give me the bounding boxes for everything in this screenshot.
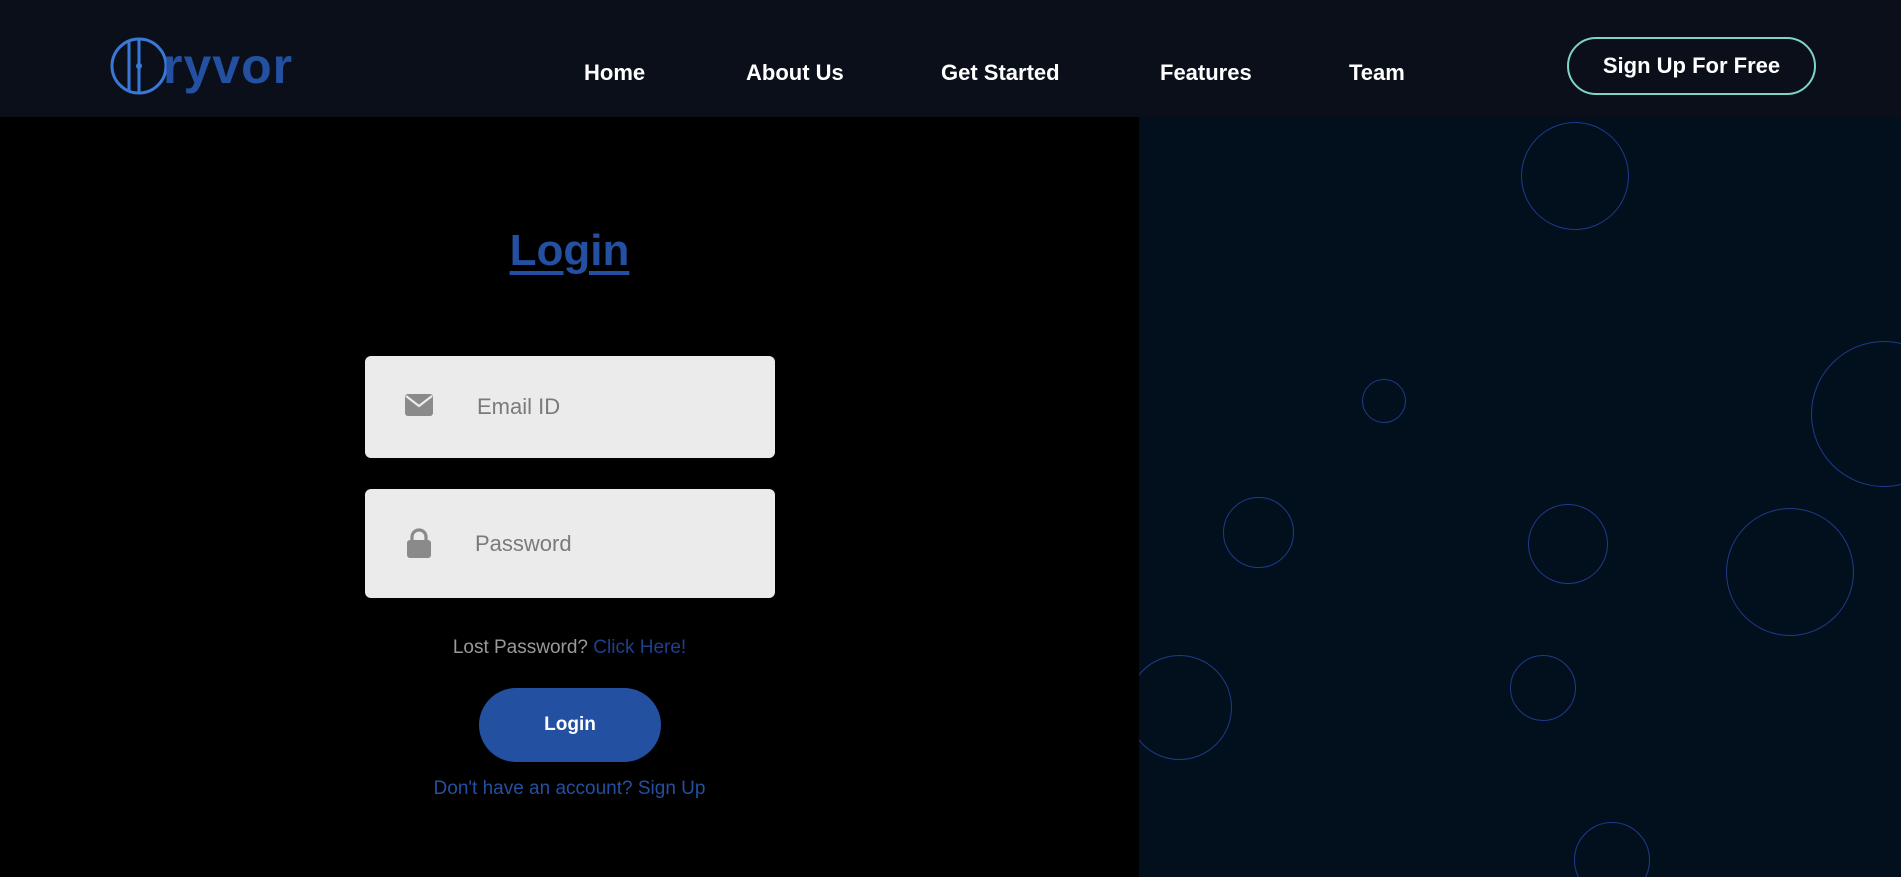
nav-item-home[interactable]: Home — [584, 60, 645, 86]
login-button[interactable]: Login — [479, 688, 661, 762]
nav-item-get-started[interactable]: Get Started — [941, 60, 1060, 86]
decorative-bubble — [1510, 655, 1576, 721]
nav-item-features[interactable]: Features — [1160, 60, 1252, 86]
decorative-bubble — [1139, 655, 1232, 760]
envelope-icon — [405, 394, 433, 416]
password-input[interactable] — [473, 529, 757, 558]
lost-password-text: Lost Password? — [452, 637, 588, 658]
decorative-bubble — [1726, 508, 1854, 636]
decorative-bubble — [1528, 504, 1608, 584]
password-field-container[interactable] — [365, 489, 775, 598]
logo-mark-icon — [110, 37, 168, 95]
nav-item-team[interactable]: Team — [1349, 60, 1405, 86]
login-title: Login — [509, 226, 630, 275]
sign-up-for-free-button[interactable]: Sign Up For Free — [1567, 37, 1816, 95]
email-field-container[interactable] — [365, 356, 775, 458]
decorative-bubble — [1521, 122, 1629, 230]
signup-link[interactable]: Don't have an account? Sign Up — [0, 778, 1139, 800]
nav-item-about-us[interactable]: About Us — [746, 60, 844, 86]
decorative-bubble — [1811, 341, 1901, 487]
top-navbar: ryvor Home About Us Get Started Features… — [0, 0, 1901, 117]
email-input[interactable] — [475, 393, 759, 421]
decorative-bubble — [1362, 379, 1406, 423]
decorative-bubble — [1574, 822, 1650, 877]
lock-icon — [405, 528, 433, 558]
brand-logo[interactable]: ryvor — [109, 34, 293, 98]
lost-password-link[interactable]: Click Here! — [593, 637, 686, 658]
decorative-bubble — [1223, 497, 1294, 568]
lost-password-line: Lost Password? Click Here! — [0, 637, 1139, 659]
decorative-bubbles-panel — [1139, 117, 1901, 877]
brand-logo-text: ryvor — [163, 38, 294, 94]
